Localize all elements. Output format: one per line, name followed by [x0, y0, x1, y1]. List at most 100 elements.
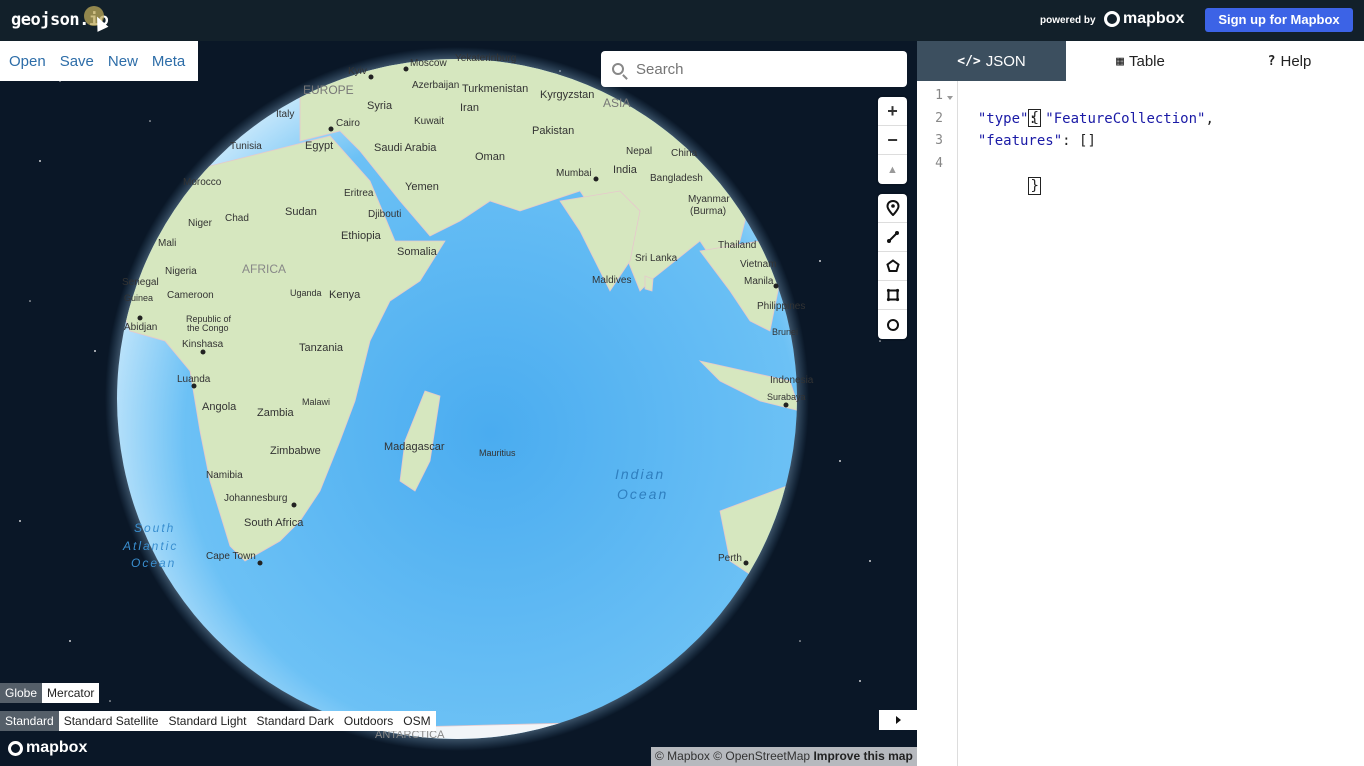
json-value-features: [] [1079, 133, 1096, 149]
globe-map[interactable]: Kyiv Moscow Yekaterinburg EUROPE Azerbai… [0, 41, 917, 766]
side-panel: </> JSON ▦ Table ? Help 1 2 3 4 {"type"… [917, 41, 1364, 766]
map-label: Bangladesh [650, 173, 703, 184]
tab-json-label: JSON [985, 52, 1026, 70]
code-line-2: "type": "FeatureCollection", [961, 108, 1214, 130]
style-outdoors[interactable]: Outdoors [338, 711, 399, 731]
menu-open[interactable]: Open [4, 53, 51, 70]
top-bar: geojson.io powered by mapbox Sign up for… [0, 0, 1364, 41]
map-label: Oman [475, 151, 505, 163]
close-brace: } [1028, 177, 1041, 195]
draw-rectangle-button[interactable] [878, 281, 907, 310]
map-label: Yekaterinburg [455, 53, 516, 64]
file-menu: Open Save New Meta [0, 41, 199, 81]
map-label: Tunisia [230, 141, 262, 152]
style-standard-dark[interactable]: Standard Dark [251, 711, 339, 731]
map-label: Nepal [626, 146, 652, 157]
menu-new[interactable]: New [103, 53, 143, 70]
map-label: Philippines [757, 301, 805, 312]
mapbox-brand-logo[interactable]: mapbox [1104, 10, 1184, 28]
map-canvas[interactable]: Kyiv Moscow Yekaterinburg EUROPE Azerbai… [0, 41, 917, 766]
style-standard-light[interactable]: Standard Light [163, 711, 252, 731]
json-key-type: "type" [977, 111, 1029, 127]
mapbox-footer-text: mapbox [26, 739, 88, 756]
map-label: Kinshasa [182, 339, 224, 350]
code-icon: </> [957, 53, 981, 69]
attribution-text[interactable]: © Mapbox © OpenStreetMap [655, 749, 810, 763]
map-label: Zambia [257, 407, 295, 419]
map-label: Pakistan [532, 125, 574, 137]
map-label: Myanmar [688, 194, 730, 205]
zoom-in-button[interactable]: + [878, 97, 907, 126]
map-label: Niger [188, 218, 213, 229]
search-box [601, 51, 907, 87]
code-line-4: } [961, 153, 1041, 195]
tab-json[interactable]: </> JSON [917, 41, 1066, 81]
map-label: EUROPE [303, 83, 354, 97]
code-line-1: { [961, 85, 1041, 127]
fold-arrow-icon[interactable] [947, 96, 953, 100]
json-key-features: "features" [977, 133, 1063, 149]
style-osm[interactable]: OSM [398, 711, 436, 731]
compass-icon: ▲ [887, 163, 898, 176]
projection-mercator[interactable]: Mercator [42, 683, 100, 703]
json-colon: : [1062, 133, 1080, 149]
json-editor[interactable]: 1 2 3 4 { "type": "FeatureCollection", "… [917, 81, 1364, 766]
rectangle-icon [886, 288, 899, 302]
map-label: Djibouti [368, 209, 401, 220]
map-attribution: © Mapbox © OpenStreetMap Improve this ma… [651, 747, 917, 766]
tab-help[interactable]: ? Help [1215, 41, 1364, 81]
zoom-out-button[interactable]: − [878, 126, 907, 155]
mapbox-logo-icon [1104, 11, 1120, 27]
map-label: (Burma) [690, 206, 726, 217]
draw-circle-button[interactable] [878, 310, 907, 339]
style-standard[interactable]: Standard [0, 711, 59, 731]
map-label: Yemen [405, 181, 439, 193]
search-icon [612, 63, 624, 75]
map-label: Thailand [718, 240, 756, 251]
tab-table[interactable]: ▦ Table [1066, 41, 1215, 81]
app-root: geojson.io powered by mapbox Sign up for… [0, 0, 1364, 766]
map-label: Ethiopia [341, 230, 382, 242]
mapbox-brand-text: mapbox [1123, 10, 1185, 27]
mapbox-footer-logo[interactable]: mapbox [8, 739, 87, 757]
map-label: Abidjan [124, 322, 157, 333]
signup-button[interactable]: Sign up for Mapbox [1205, 8, 1353, 32]
map-label: Luanda [177, 374, 211, 385]
search-input[interactable] [636, 60, 886, 78]
powered-by-label: powered by [1040, 15, 1096, 26]
draw-polygon-button[interactable] [878, 252, 907, 281]
table-icon: ▦ [1116, 53, 1124, 69]
map-label: Moscow [410, 58, 447, 69]
map-label: Kuwait [414, 116, 444, 127]
map-label: Egypt [305, 140, 333, 152]
draw-line-button[interactable] [878, 223, 907, 252]
map-label: Vietnam [740, 259, 777, 270]
map-label: Cameroon [167, 290, 214, 301]
collapse-panel-button[interactable] [879, 710, 917, 730]
style-standard-satellite[interactable]: Standard Satellite [58, 711, 164, 731]
mapbox-logo-icon [8, 740, 23, 756]
menu-meta[interactable]: Meta [147, 53, 190, 70]
map-label: Ocean [617, 486, 668, 502]
map-label: Guinea [124, 293, 153, 303]
json-value-type: "FeatureCollection" [1045, 111, 1206, 127]
json-comma: , [1205, 111, 1214, 127]
improve-map-link[interactable]: Improve this map [813, 749, 912, 763]
draw-marker-button[interactable] [878, 194, 907, 223]
panel-tabs: </> JSON ▦ Table ? Help [917, 41, 1364, 81]
map-label: India [613, 164, 638, 176]
map-label: Sri Lanka [635, 253, 678, 264]
map-label: Indonesia [770, 375, 814, 386]
map-label: Chad [225, 213, 249, 224]
menu-save[interactable]: Save [55, 53, 99, 70]
map-label: Ocean [131, 556, 176, 570]
polygon-icon [885, 259, 900, 272]
compass-button[interactable]: ▲ [878, 155, 907, 184]
projection-globe[interactable]: Globe [0, 683, 43, 703]
map-label: Namibia [206, 470, 243, 481]
map-label: Uganda [290, 288, 322, 298]
map-label: Syria [367, 100, 393, 112]
tab-table-label: Table [1128, 52, 1165, 70]
code-line-3: "features": [] [961, 130, 1096, 152]
map-label: Surabaya [767, 392, 806, 402]
